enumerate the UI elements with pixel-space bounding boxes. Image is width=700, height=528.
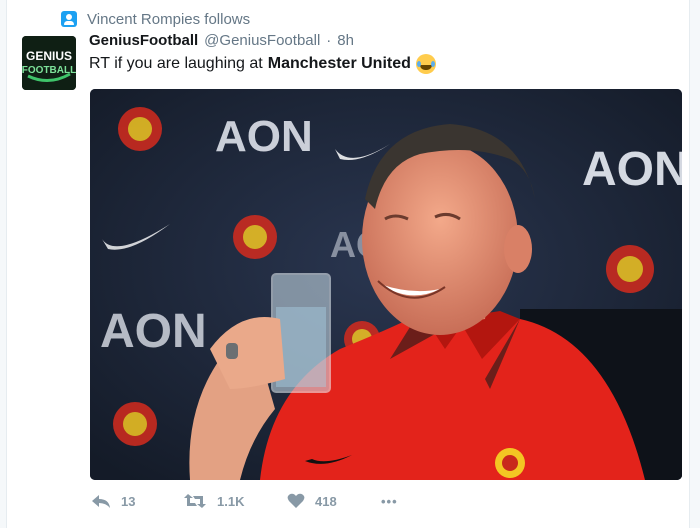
sponsor-logo: AON [215,112,313,161]
tweet-header: GeniusFootball @GeniusFootball · 8h [89,32,354,49]
sponsor-logo: AON [582,143,682,196]
retweet-button[interactable]: 1.1K [183,493,287,509]
tweet-photo[interactable]: AON AON AON AON [90,89,682,480]
sponsor-logo: AON [100,305,207,358]
social-context-text: Vincent Rompies follows [87,10,251,28]
like-button[interactable]: 418 [287,493,381,509]
svg-text:GENIUS: GENIUS [26,49,72,63]
author-name[interactable]: GeniusFootball [89,32,198,49]
reply-icon [92,495,110,508]
social-context[interactable]: Vincent Rompies follows [61,10,250,28]
follow-user-icon [61,11,77,27]
tweet-text-bold: Manchester United [267,55,411,72]
more-options-icon: ••• [381,493,398,509]
more-options-button[interactable]: ••• [381,494,398,509]
tweet-text: RT if you are laughing at Manchester Uni… [89,54,436,74]
tweet-text-regular: RT if you are laughing at [89,55,263,72]
tweet-actions: 13 1.1K 418 ••• [91,493,398,509]
reply-count: 13 [121,493,136,509]
avatar[interactable]: GENIUS FOOTBALL [22,36,76,90]
tweet-timestamp[interactable]: 8h [337,32,354,49]
svg-text:FOOTBALL: FOOTBALL [22,65,76,76]
header-separator: · [326,32,332,49]
like-count: 418 [315,493,337,509]
tweet-card[interactable]: Vincent Rompies follows GENIUS FOOTBALL … [6,0,690,528]
retweet-icon [184,494,206,508]
reply-button[interactable]: 13 [91,493,183,509]
heart-icon [287,493,305,508]
geniusfootball-logo: GENIUS FOOTBALL [22,36,76,90]
retweet-count: 1.1K [217,493,245,509]
author-handle[interactable]: @GeniusFootball [204,32,320,49]
press-conference-photo: AON AON AON AON [90,89,682,480]
laughing-emoji-icon [415,54,436,74]
